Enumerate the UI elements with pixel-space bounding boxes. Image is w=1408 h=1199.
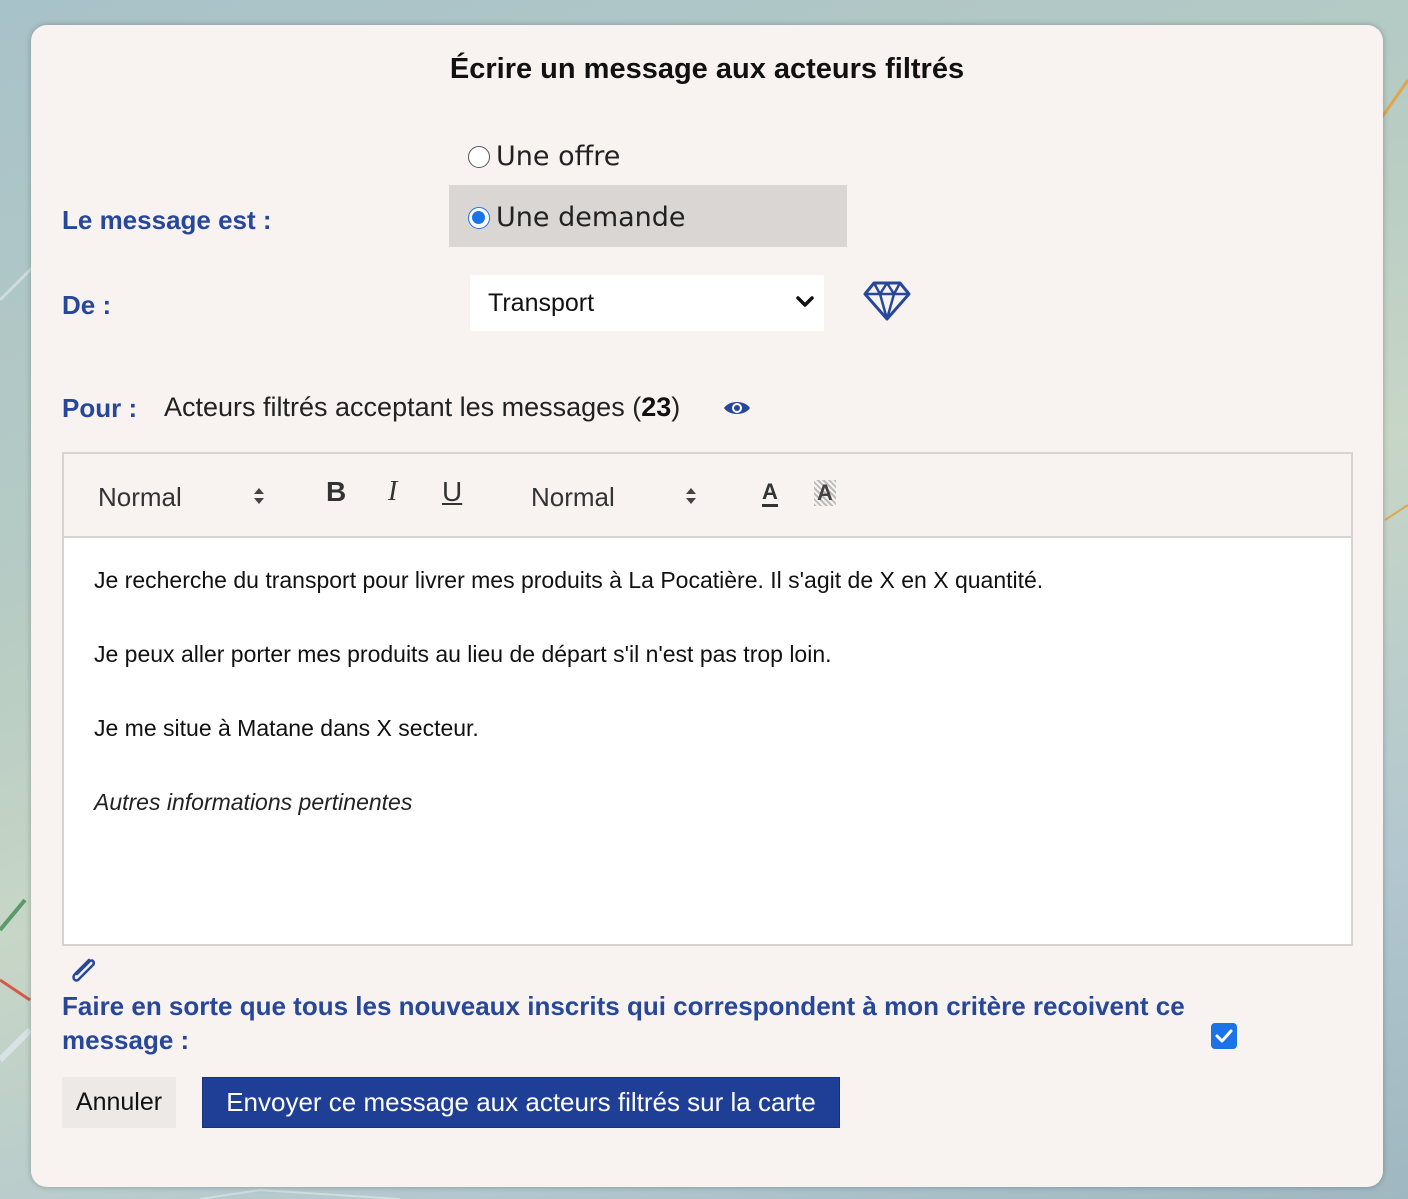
message-modal: Écrire un message aux acteurs filtrés Un… (31, 25, 1383, 1187)
editor-content[interactable]: Je recherche du transport pour livrer me… (94, 566, 1314, 862)
editor-toolbar: Normal B I U Normal A A (64, 454, 1351, 538)
send-button[interactable]: Envoyer ce message aux acteurs filtrés s… (202, 1077, 840, 1128)
editor-paragraph: Autres informations pertinentes (94, 789, 413, 815)
eye-icon[interactable] (723, 398, 751, 418)
bold-button[interactable]: B (326, 476, 346, 508)
background-color-button[interactable]: A (814, 480, 836, 506)
from-select[interactable]: Transport (470, 275, 824, 331)
from-select-value: Transport (488, 288, 595, 317)
header-select[interactable]: Normal (98, 482, 182, 513)
cancel-button[interactable]: Annuler (62, 1077, 176, 1128)
recipients-prefix: Acteurs filtrés acceptant les messages ( (164, 392, 642, 422)
text-color-button[interactable]: A (762, 480, 778, 507)
radio-option-offer[interactable]: Une offre (468, 141, 620, 172)
from-label: De : (62, 290, 112, 320)
underline-button[interactable]: U (442, 476, 462, 508)
size-select-arrows-icon (686, 488, 696, 504)
recipients-count: 23 (641, 392, 672, 422)
modal-title: Écrire un message aux acteurs filtrés (449, 53, 965, 85)
radio-request-label: Une demande (496, 202, 686, 233)
rich-text-editor: Normal B I U Normal A A Je recherche du … (62, 452, 1353, 946)
editor-paragraph: Je recherche du transport pour livrer me… (94, 567, 1044, 593)
new-subscribers-label: Faire en sorte que tous les nouveaux ins… (62, 991, 1185, 1055)
radio-offer-label: Une offre (496, 141, 621, 172)
to-label: Pour : (62, 393, 138, 423)
editor-paragraph: Je me situe à Matane dans X secteur. (94, 715, 479, 741)
recipients-suffix: ) (671, 392, 681, 422)
size-select[interactable]: Normal (531, 482, 615, 513)
chevron-down-icon (796, 296, 814, 307)
message-type-label: Le message est : (62, 205, 272, 235)
radio-request-input[interactable] (468, 206, 490, 229)
editor-paragraph: Je peux aller porter mes produits au lie… (94, 641, 832, 667)
paperclip-icon[interactable] (67, 955, 101, 987)
radio-option-request[interactable]: Une demande (468, 202, 686, 233)
diamond-icon[interactable] (862, 280, 912, 322)
header-select-arrows-icon (254, 488, 264, 504)
recipients-text: Acteurs filtrés acceptant les messages (… (164, 392, 680, 423)
radio-offer-input[interactable] (468, 145, 490, 168)
italic-button[interactable]: I (388, 476, 397, 508)
checkmark-icon (1215, 1029, 1233, 1043)
new-subscribers-checkbox[interactable] (1211, 1023, 1237, 1049)
